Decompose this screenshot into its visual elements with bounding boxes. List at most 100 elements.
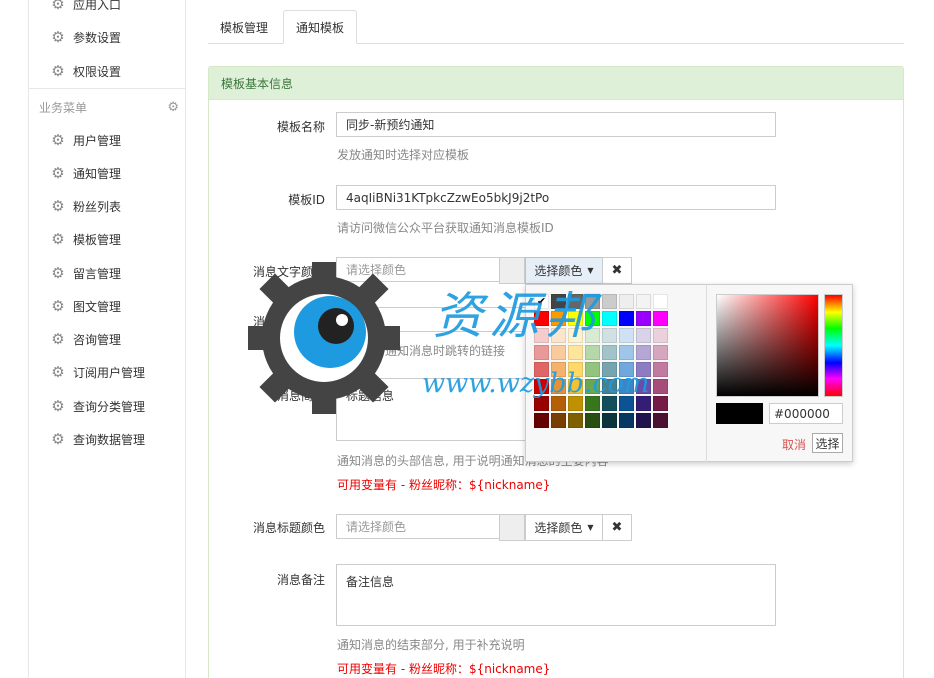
- color-swatch[interactable]: [602, 328, 617, 343]
- sidebar-divider: [29, 88, 185, 89]
- gear-icon: ⚙: [51, 230, 65, 248]
- color-swatch[interactable]: [602, 311, 617, 326]
- caret-down-icon: ▼: [587, 266, 594, 275]
- sidebar-item-label: 应用入口: [73, 0, 122, 12]
- remark-help: 通知消息的结束部分, 用于补充说明: [337, 638, 525, 652]
- template-id-input[interactable]: 4aqIiBNi31KTpkcZzwEo5bkJ9j2tPo: [336, 185, 776, 210]
- watermark-url: www.wzybb.com: [422, 368, 650, 399]
- sidebar-item-label: 权限设置: [73, 64, 122, 79]
- color-swatch[interactable]: [653, 396, 668, 411]
- sidebar-item-params[interactable]: ⚙ 参数设置: [51, 27, 121, 47]
- sidebar-item-label: 通知管理: [73, 166, 122, 181]
- color-swatch[interactable]: [585, 413, 600, 428]
- sidebar-item-label: 模板管理: [73, 232, 122, 247]
- color-swatch[interactable]: [636, 345, 651, 360]
- sidebar-item-app-entry[interactable]: ⚙ 应用入口: [51, 0, 121, 14]
- remark-label: 消息备注: [276, 573, 325, 587]
- color-swatch[interactable]: [619, 413, 634, 428]
- color-swatch[interactable]: [636, 328, 651, 343]
- header-vars: 可用变量有 - 粉丝昵称：${nickname}: [337, 478, 551, 492]
- color-swatch[interactable]: [653, 362, 668, 377]
- color-swatch[interactable]: [602, 345, 617, 360]
- color-swatch[interactable]: [653, 328, 668, 343]
- color-swatch[interactable]: [602, 413, 617, 428]
- page: ⚙ 应用入口 ⚙ 参数设置 ⚙ 权限设置 业务菜单 ⚙ ⚙ 用户管理 ⚙ 通知管…: [0, 0, 934, 678]
- sidebar-item-inquiries[interactable]: ⚙ 咨询管理: [51, 329, 121, 349]
- sidebar-item-users[interactable]: ⚙ 用户管理: [51, 130, 121, 150]
- sidebar-item-query-data[interactable]: ⚙ 查询数据管理: [51, 429, 145, 449]
- sidebar-item-messages[interactable]: ⚙ 留言管理: [51, 263, 121, 283]
- color-swatch[interactable]: [636, 413, 651, 428]
- panel-title: 模板基本信息: [209, 67, 903, 100]
- remark-textarea[interactable]: 备注信息: [336, 564, 776, 626]
- text-color-clear-button[interactable]: ✖: [602, 257, 632, 284]
- title-color-clear-button[interactable]: ✖: [602, 514, 632, 541]
- color-swatch[interactable]: [534, 413, 549, 428]
- caret-down-icon: ▼: [587, 523, 594, 532]
- color-swatch[interactable]: [653, 379, 668, 394]
- color-swatch[interactable]: [653, 345, 668, 360]
- color-swatch[interactable]: [653, 294, 668, 309]
- sidebar-item-label: 粉丝列表: [73, 199, 122, 214]
- gear-icon: ⚙: [51, 363, 65, 381]
- gear-icon: ⚙: [51, 0, 65, 13]
- title-color-swatch: [499, 514, 525, 541]
- color-swatch[interactable]: [551, 413, 566, 428]
- sidebar-item-label: 咨询管理: [73, 332, 122, 347]
- sidebar-item-notifications[interactable]: ⚙ 通知管理: [51, 163, 121, 183]
- title-color-label: 消息标题颜色: [252, 521, 325, 535]
- sidebar-section-business: 业务菜单 ⚙: [39, 97, 179, 117]
- sidebar-item-articles[interactable]: ⚙ 图文管理: [51, 296, 121, 316]
- color-swatch[interactable]: [619, 294, 634, 309]
- color-swatch[interactable]: [619, 311, 634, 326]
- gear-icon: ⚙: [51, 264, 65, 282]
- swatch-row: [534, 413, 694, 429]
- hex-input[interactable]: #000000: [769, 403, 843, 424]
- gear-icon: ⚙: [51, 297, 65, 315]
- hue-slider[interactable]: [824, 294, 843, 397]
- template-name-help: 发放通知时选择对应模板: [337, 148, 470, 162]
- sidebar-section-title: 业务菜单: [39, 100, 88, 115]
- title-color-select-button[interactable]: 选择颜色 ▼: [525, 514, 603, 541]
- sidebar-item-label: 查询数据管理: [73, 432, 146, 447]
- sidebar-item-label: 参数设置: [73, 30, 122, 45]
- gear-icon: ⚙: [51, 397, 65, 415]
- gear-icon: ⚙: [51, 197, 65, 215]
- sidebar-item-templates[interactable]: ⚙ 模板管理: [51, 229, 121, 249]
- picker-cancel-link[interactable]: 取消: [782, 436, 806, 453]
- sidebar-item-subscribers[interactable]: ⚙ 订阅用户管理: [51, 362, 145, 382]
- gear-icon: ⚙: [51, 330, 65, 348]
- sidebar-item-permissions[interactable]: ⚙ 权限设置: [51, 61, 121, 81]
- remark-vars: 可用变量有 - 粉丝昵称：${nickname}: [337, 662, 551, 676]
- tab-notify-template[interactable]: 通知模板: [283, 10, 358, 44]
- sidebar-item-query-categories[interactable]: ⚙ 查询分类管理: [51, 396, 145, 416]
- tab-template-manage[interactable]: 模板管理: [208, 10, 280, 44]
- template-name-input[interactable]: 同步-新预约通知: [336, 112, 776, 137]
- gear-icon: ⚙: [51, 62, 65, 80]
- watermark-eye-gear-logo: [248, 262, 400, 414]
- sidebar-item-fans[interactable]: ⚙ 粉丝列表: [51, 196, 121, 216]
- sidebar-item-label: 留言管理: [73, 266, 122, 281]
- tab-bar: 模板管理 通知模板: [208, 10, 904, 44]
- sidebar-item-label: 用户管理: [73, 133, 122, 148]
- saturation-box[interactable]: [716, 294, 819, 397]
- color-swatch[interactable]: [636, 294, 651, 309]
- color-swatch[interactable]: [568, 413, 583, 428]
- template-id-help: 请访问微信公众平台获取通知消息模板ID: [337, 221, 554, 235]
- color-swatch[interactable]: [653, 311, 668, 326]
- picker-choose-button[interactable]: 选择: [812, 433, 843, 453]
- color-preview: [716, 403, 763, 424]
- template-id-label: 模板ID: [288, 193, 325, 207]
- gear-icon[interactable]: ⚙: [167, 100, 179, 115]
- color-swatch[interactable]: [602, 294, 617, 309]
- color-swatch[interactable]: [636, 311, 651, 326]
- select-color-label: 选择颜色: [534, 521, 583, 535]
- gear-icon: ⚙: [51, 430, 65, 448]
- gear-icon: ⚙: [51, 164, 65, 182]
- sidebar-item-label: 查询分类管理: [73, 399, 146, 414]
- color-swatch[interactable]: [619, 345, 634, 360]
- color-swatch[interactable]: [653, 413, 668, 428]
- title-color-input[interactable]: 请选择颜色: [336, 514, 500, 539]
- color-swatch[interactable]: [619, 328, 634, 343]
- gear-icon: ⚙: [51, 131, 65, 149]
